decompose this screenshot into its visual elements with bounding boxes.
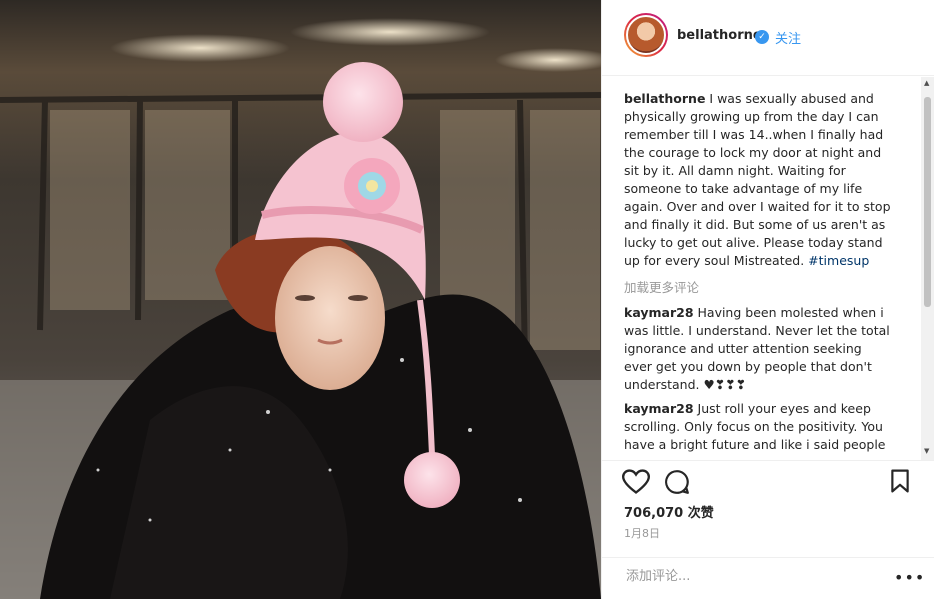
comments-list[interactable]: bellathorne I was sexually abused and ph… xyxy=(602,77,922,460)
scroll-up-arrow-icon[interactable]: ▲ xyxy=(924,79,929,87)
likes-count[interactable]: 706,070 次赞 xyxy=(624,502,714,521)
comment-username-link[interactable]: kaymar28 xyxy=(624,401,694,416)
instagram-post-modal: bellathorne ✓ 关注 bellathorne I was sexua… xyxy=(0,0,934,599)
add-comment-bar: ••• xyxy=(602,557,934,599)
caption-text: I was sexually abused and physically gro… xyxy=(624,91,891,268)
comment-item: kaymar28 Just roll your eyes and keep sc… xyxy=(624,400,892,454)
comment-bubble-icon[interactable] xyxy=(664,469,690,499)
load-more-comments-button[interactable]: 加载更多评论 xyxy=(624,277,699,296)
post-actions: 706,070 次赞 1月8日 ••• xyxy=(602,460,934,599)
comment-item: kaymar28 Having been molested when i was… xyxy=(624,304,892,394)
post-header: bellathorne ✓ 关注 xyxy=(602,0,934,76)
hashtag-link[interactable]: #timesup xyxy=(808,253,869,268)
scrollbar-thumb[interactable] xyxy=(924,97,931,307)
caption: bellathorne I was sexually abused and ph… xyxy=(624,90,892,270)
scroll-down-arrow-icon[interactable]: ▼ xyxy=(924,447,929,455)
verified-badge-icon: ✓ xyxy=(755,30,769,44)
post-sidebar: bellathorne ✓ 关注 bellathorne I was sexua… xyxy=(601,0,934,599)
comment-username-link[interactable]: kaymar28 xyxy=(624,305,694,320)
post-photo[interactable] xyxy=(0,0,601,599)
header-username-link[interactable]: bellathorne xyxy=(677,28,762,43)
comments-scrollbar[interactable]: ▲ ▼ xyxy=(921,77,934,460)
likes-number: 706,070 xyxy=(624,506,684,521)
likes-label: 次赞 xyxy=(687,506,714,521)
bookmark-icon[interactable] xyxy=(890,469,910,497)
follow-button[interactable]: 关注 xyxy=(775,28,801,47)
post-date: 1月8日 xyxy=(624,527,660,540)
photo-illustration xyxy=(0,0,601,599)
more-options-icon[interactable]: ••• xyxy=(894,568,925,587)
caption-username-link[interactable]: bellathorne xyxy=(624,91,705,106)
heart-icon[interactable] xyxy=(621,469,651,499)
add-comment-input[interactable] xyxy=(624,568,878,585)
avatar[interactable] xyxy=(624,13,668,57)
